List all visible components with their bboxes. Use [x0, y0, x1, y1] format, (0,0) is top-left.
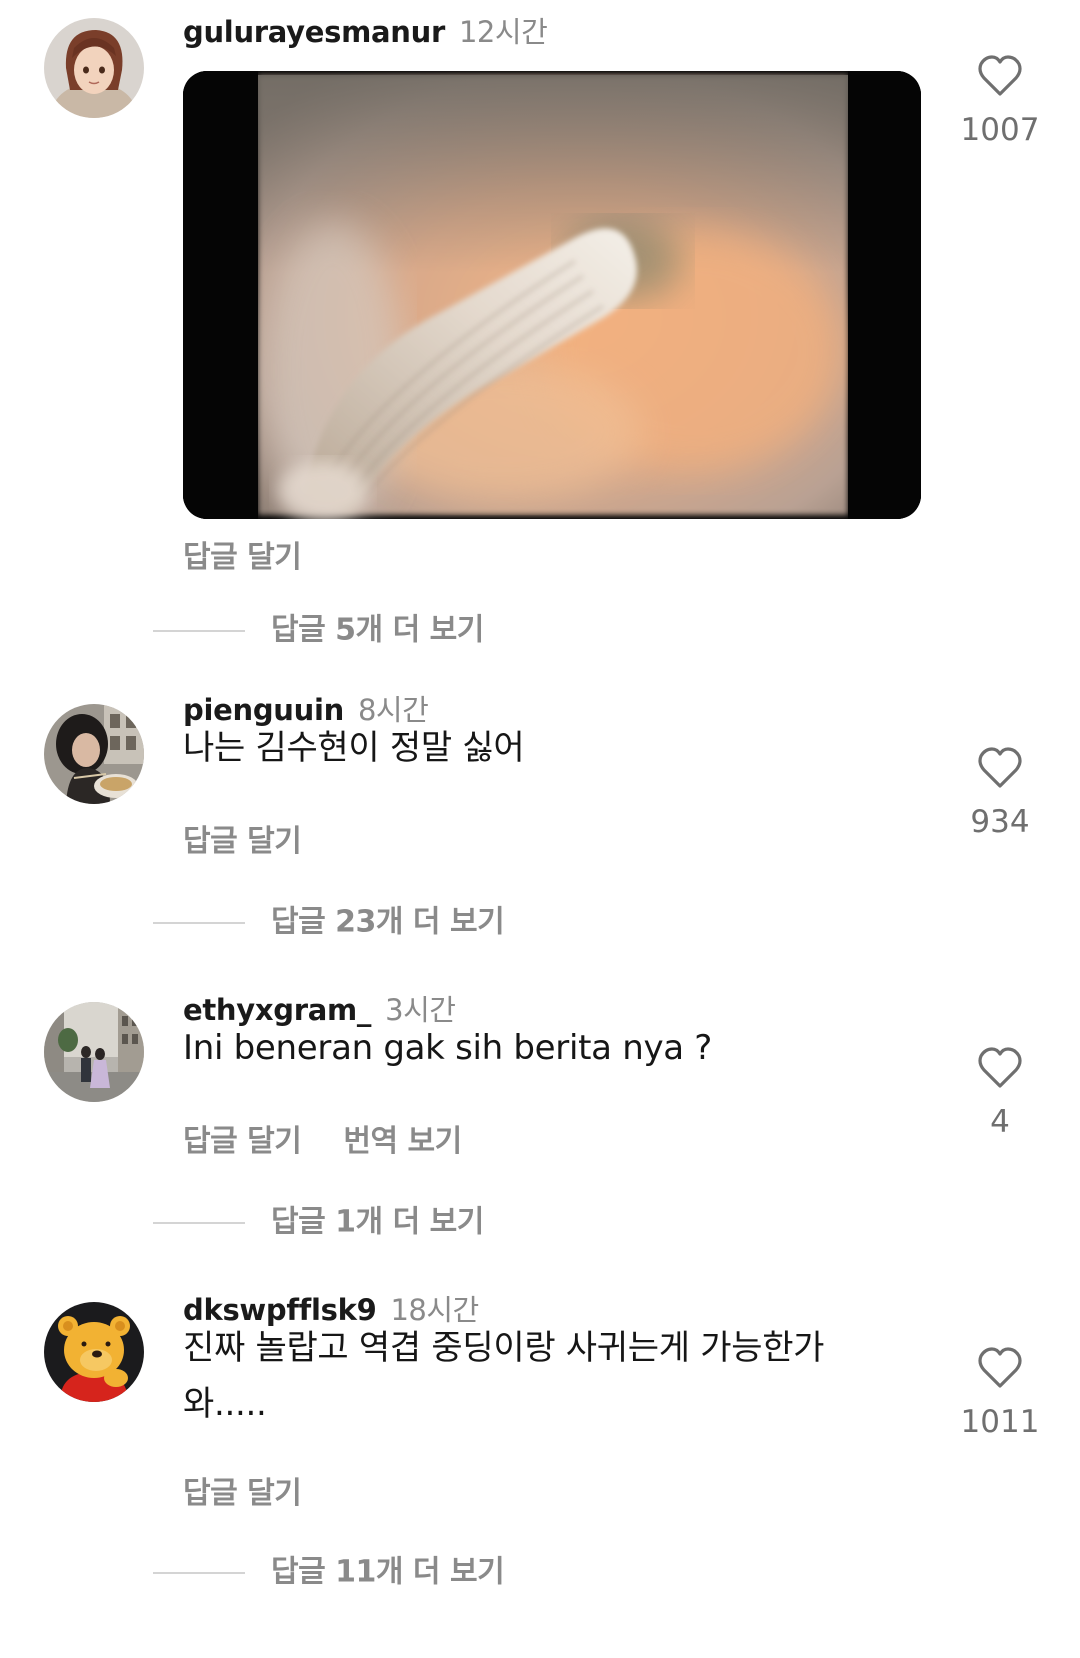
heart-outline-icon[interactable]	[976, 1346, 1024, 1390]
comment-actions: 답글 달기	[183, 536, 343, 580]
comment-item: ethyxgram_ 3시간 Ini beneran gak sih berita…	[0, 990, 1080, 1280]
view-more-replies-label[interactable]: 답글 1개 더 보기	[271, 1205, 484, 1240]
view-more-replies-label[interactable]: 답글 11개 더 보기	[271, 1555, 505, 1590]
avatar-street-photo-image	[44, 1002, 144, 1102]
divider-line	[153, 1221, 245, 1224]
like-control: 934	[940, 746, 1060, 840]
divider-line	[153, 1571, 245, 1574]
avatar[interactable]	[44, 1002, 144, 1102]
timestamp: 12시간	[458, 15, 548, 49]
comment-actions: 답글 달기	[183, 820, 343, 864]
avatar[interactable]	[44, 1302, 144, 1402]
like-count: 4	[990, 1104, 1010, 1140]
like-count: 1011	[960, 1404, 1040, 1440]
comment-text: 나는 김수현이 정말 싫어	[183, 728, 525, 768]
view-more-replies[interactable]: 답글 23개 더 보기	[153, 900, 505, 944]
avatar-photo-image	[44, 704, 144, 804]
view-more-replies[interactable]: 답글 1개 더 보기	[153, 1200, 484, 1244]
comment-actions: 답글 달기 번역 보기	[183, 1120, 504, 1164]
heart-outline-icon[interactable]	[976, 54, 1024, 98]
view-more-replies-label[interactable]: 답글 5개 더 보기	[271, 613, 484, 648]
comment-item: gulurayesmanur 12시간 답글 달기 답글 5개 더 보기 100…	[0, 0, 1080, 660]
like-count: 934	[970, 804, 1030, 840]
gif-image-content	[183, 71, 921, 519]
reply-button[interactable]: 답글 달기	[183, 1476, 302, 1511]
avatar-anime-girl-image	[44, 18, 144, 118]
gif-image[interactable]	[183, 71, 921, 519]
like-control: 1011	[940, 1346, 1060, 1440]
like-count: 1007	[960, 112, 1040, 148]
username[interactable]: gulurayesmanur	[183, 15, 445, 49]
reply-button[interactable]: 답글 달기	[183, 1124, 302, 1159]
comment-meta: gulurayesmanur 12시간	[183, 12, 548, 52]
reply-button[interactable]: 답글 달기	[183, 540, 302, 575]
comment-actions: 답글 달기	[183, 1472, 343, 1516]
avatar-winnie-the-pooh-image	[44, 1302, 144, 1402]
comment-item: pienguuin 8시간 나는 김수현이 정말 싫어 답글 달기 답글 23개 …	[0, 690, 1080, 980]
comment-text: 진짜 놀랍고 역겹 중딩이랑 사귀는게 가능한가 와.....	[183, 1328, 825, 1424]
view-more-replies[interactable]: 답글 5개 더 보기	[153, 608, 484, 652]
comment-item: dkswpfflsk9 18시간 진짜 놀랍고 역겹 중딩이랑 사귀는게 가능한가…	[0, 1290, 1080, 1650]
heart-outline-icon[interactable]	[976, 1046, 1024, 1090]
heart-outline-icon[interactable]	[976, 746, 1024, 790]
reply-button[interactable]: 답글 달기	[183, 824, 302, 859]
divider-line	[153, 921, 245, 924]
view-more-replies[interactable]: 답글 11개 더 보기	[153, 1550, 505, 1594]
avatar[interactable]	[44, 18, 144, 118]
view-more-replies-label[interactable]: 답글 23개 더 보기	[271, 905, 505, 940]
divider-line	[153, 629, 245, 632]
comment-text: Ini beneran gak sih berita nya ?	[183, 1028, 713, 1068]
avatar[interactable]	[44, 704, 144, 804]
like-control: 1007	[940, 54, 1060, 148]
like-control: 4	[940, 1046, 1060, 1140]
translate-button[interactable]: 번역 보기	[343, 1124, 462, 1159]
